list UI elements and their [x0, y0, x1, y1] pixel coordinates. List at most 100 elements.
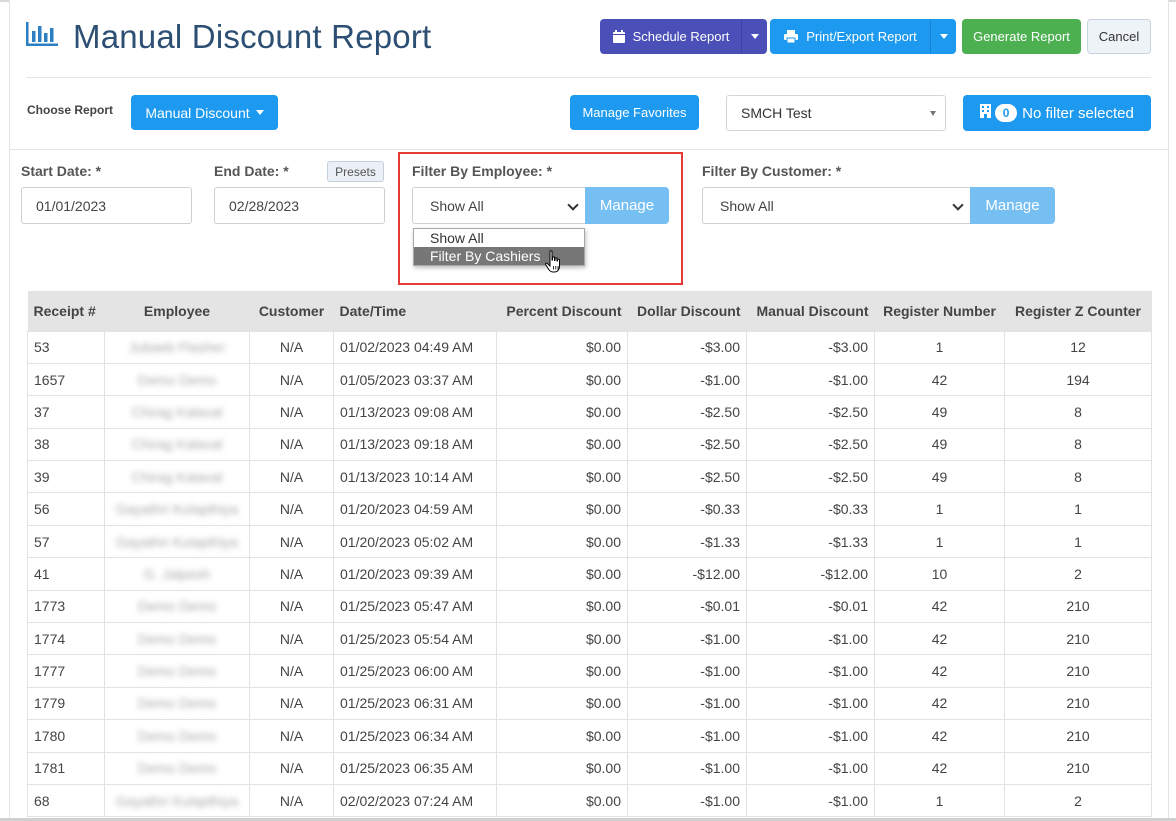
receipt-cell: 1773: [27, 589, 105, 624]
customer-manage-button[interactable]: Manage: [970, 187, 1055, 224]
employee-cell: Demo Demo: [104, 686, 250, 721]
schedule-report-button[interactable]: Schedule Report: [600, 19, 742, 54]
receipt-cell: 53: [27, 330, 105, 364]
manual-discount-cell: -$1.00: [746, 719, 875, 753]
table-row[interactable]: 53 Jubaeb Flasher N/A 01/02/2023 04:49 AM $0…: [27, 330, 1152, 364]
manual-discount-cell: -$1.00: [746, 751, 875, 785]
store-filter-button[interactable]: 0 No filter selected: [963, 95, 1151, 131]
col-receipt[interactable]: Receipt #: [28, 291, 105, 331]
register-z-counter-cell: 194: [1004, 362, 1152, 397]
percent-discount-cell: $0.00: [496, 686, 628, 721]
col-datetime[interactable]: Date/Time: [334, 291, 497, 331]
register-number-cell: 42: [874, 362, 1005, 397]
percent-discount-cell: $0.00: [496, 427, 628, 462]
datetime-cell: 01/20/2023 05:02 AM: [333, 524, 497, 559]
print-export-dropdown-toggle[interactable]: [930, 19, 956, 54]
manual-discount-cell: -$2.50: [746, 395, 875, 429]
table-row[interactable]: 39 Chirag Kalaval N/A 01/13/2023 10:14 AM $0…: [27, 460, 1152, 494]
percent-discount-cell: $0.00: [496, 622, 628, 656]
datetime-cell: 01/13/2023 10:14 AM: [333, 460, 497, 494]
register-number-cell: 49: [874, 427, 1005, 462]
manual-discount-cell: -$2.50: [746, 460, 875, 494]
col-dollar-discount[interactable]: Dollar Discount: [628, 291, 747, 331]
col-manual-discount[interactable]: Manual Discount: [747, 291, 875, 331]
table-row[interactable]: 1773 Demo Demo N/A 01/25/2023 05:47 AM $0.00…: [27, 589, 1152, 624]
store-select[interactable]: SMCH Test: [726, 95, 946, 131]
start-date-input[interactable]: 01/01/2023: [21, 187, 192, 224]
schedule-report-dropdown-toggle[interactable]: [741, 19, 767, 54]
print-export-button[interactable]: Print/Export Report: [770, 19, 931, 54]
employee-name: Chirag Kalaval: [131, 436, 223, 453]
percent-discount-cell: $0.00: [496, 719, 628, 753]
register-z-counter-cell: 2: [1004, 557, 1152, 591]
printer-icon: [784, 30, 799, 43]
employee-cell: Gayathri Kulapthiya: [104, 524, 250, 559]
employee-name: Gayathri Kulapthiya: [115, 501, 239, 518]
customer-cell: N/A: [249, 751, 334, 785]
table-row[interactable]: 1657 Demo Demo N/A 01/05/2023 03:37 AM $0.00…: [27, 362, 1152, 397]
receipt-cell: 1657: [27, 362, 105, 397]
presets-button[interactable]: Presets: [327, 161, 384, 182]
manual-discount-cell: -$1.33: [746, 524, 875, 559]
manual-discount-cell: -$3.00: [746, 330, 875, 364]
col-percent-discount[interactable]: Percent Discount: [497, 291, 628, 331]
col-customer[interactable]: Customer: [250, 291, 334, 331]
customer-filter-label: Filter By Customer: *: [702, 163, 842, 179]
manage-favorites-button[interactable]: Manage Favorites: [570, 95, 699, 130]
col-employee[interactable]: Employee: [105, 291, 250, 331]
register-z-counter-cell: 210: [1004, 686, 1152, 721]
bar-chart-icon: [26, 22, 58, 46]
table-row[interactable]: 56 Gayathri Kulapthiya N/A 01/20/2023 04:59…: [27, 492, 1152, 526]
col-register-number[interactable]: Register Number: [875, 291, 1005, 331]
table-row[interactable]: 1777 Demo Demo N/A 01/25/2023 06:00 AM $0.00…: [27, 654, 1152, 688]
dollar-discount-cell: -$1.00: [627, 362, 747, 397]
col-register-z-counter[interactable]: Register Z Counter: [1005, 291, 1152, 331]
report-type-dropdown[interactable]: Manual Discount: [131, 95, 278, 130]
table-row[interactable]: 1781 Demo Demo N/A 01/25/2023 06:35 AM $0.00…: [27, 751, 1152, 785]
manual-discount-cell: -$1.00: [746, 362, 875, 397]
table-row[interactable]: 57 Gayathri Kulapthiya N/A 01/20/2023 05:02…: [27, 524, 1152, 559]
datetime-cell: 01/25/2023 06:31 AM: [333, 686, 497, 721]
customer-cell: N/A: [249, 654, 334, 688]
customer-cell: N/A: [249, 460, 334, 494]
customer-cell: N/A: [249, 719, 334, 753]
filter-count-badge: 0: [995, 104, 1018, 122]
employee-cell: Demo Demo: [104, 622, 250, 656]
employee-cell: Demo Demo: [104, 362, 250, 397]
employee-cell: Gayathri Kulapthiya: [104, 492, 250, 526]
report-table-container: Receipt # Employee Customer Date/Time Pe…: [27, 291, 1152, 818]
table-row[interactable]: 38 Chirag Kalaval N/A 01/13/2023 09:18 AM $0…: [27, 427, 1152, 462]
customer-cell: N/A: [249, 622, 334, 656]
percent-discount-cell: $0.00: [496, 330, 628, 364]
dollar-discount-cell: -$2.50: [627, 460, 747, 494]
table-row[interactable]: 1779 Demo Demo N/A 01/25/2023 06:31 AM $0.00…: [27, 686, 1152, 721]
manual-discount-cell: -$1.00: [746, 654, 875, 688]
employee-cell: Chirag Kalaval: [104, 427, 250, 462]
register-number-cell: 42: [874, 719, 1005, 753]
table-row[interactable]: 1780 Demo Demo N/A 01/25/2023 06:34 AM $0.00…: [27, 719, 1152, 753]
manual-discount-cell: -$1.00: [746, 783, 875, 818]
register-number-cell: 1: [874, 330, 1005, 364]
end-date-input[interactable]: 02/28/2023: [214, 187, 385, 224]
receipt-cell: 39: [27, 460, 105, 494]
dollar-discount-cell: -$1.00: [627, 622, 747, 656]
table-row[interactable]: 68 Gayathri Kulapthiya N/A 02/02/2023 07:24…: [27, 783, 1152, 818]
table-row[interactable]: 1774 Demo Demo N/A 01/25/2023 05:54 AM $0.00…: [27, 622, 1152, 656]
customer-filter-select[interactable]: Show All: [702, 187, 971, 224]
percent-discount-cell: $0.00: [496, 589, 628, 624]
caret-down-icon: [939, 34, 948, 39]
dollar-discount-cell: -$1.00: [627, 686, 747, 721]
cancel-button[interactable]: Cancel: [1087, 19, 1151, 54]
employee-name: Chirag Kalaval: [131, 403, 223, 420]
caret-down-icon: [255, 110, 264, 115]
generate-report-button[interactable]: Generate Report: [962, 19, 1081, 54]
register-number-cell: 49: [874, 395, 1005, 429]
customer-cell: N/A: [249, 362, 334, 397]
table-row[interactable]: 41 G. Jalpesh N/A 01/20/2023 09:39 AM $0.00-…: [27, 557, 1152, 591]
receipt-cell: 37: [27, 395, 105, 429]
receipt-cell: 1779: [27, 686, 105, 721]
register-z-counter-cell: 8: [1004, 460, 1152, 494]
start-date-value: 01/01/2023: [36, 197, 107, 214]
option-show-all[interactable]: Show All: [414, 229, 584, 247]
table-row[interactable]: 37 Chirag Kalaval N/A 01/13/2023 09:08 AM $0…: [27, 395, 1152, 429]
